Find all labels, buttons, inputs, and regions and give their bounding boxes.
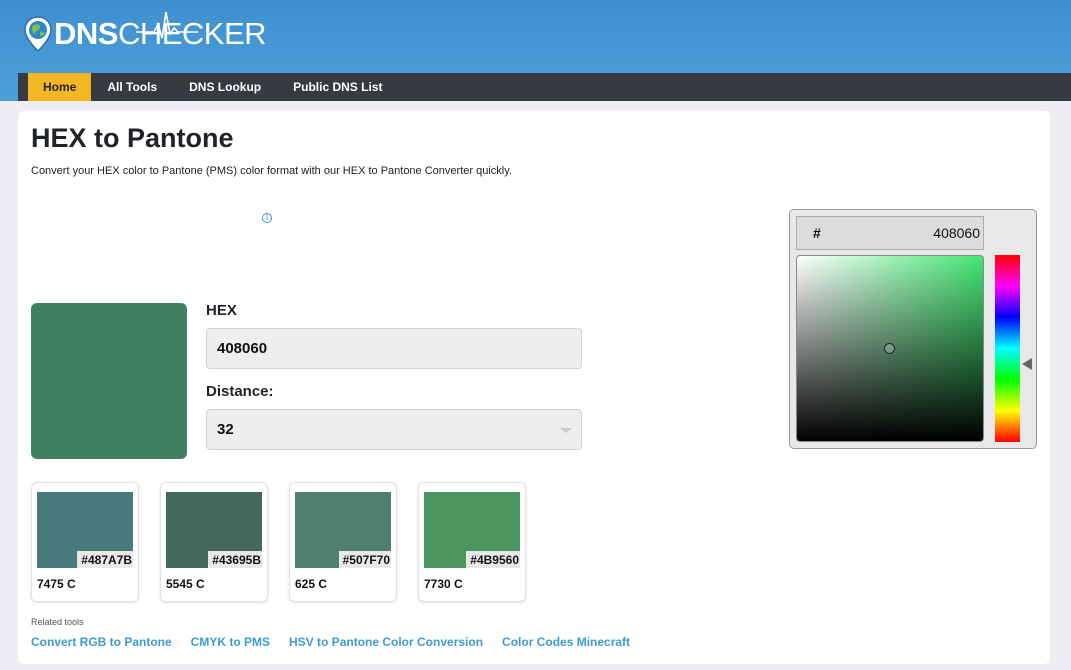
distance-select[interactable]: 32: [206, 409, 582, 450]
result-pantone-code: 625 C: [295, 577, 328, 591]
result-swatch: #4B9560: [424, 492, 520, 568]
info-icon[interactable]: i: [262, 213, 272, 223]
result-pantone-code: 5545 C: [166, 577, 205, 591]
page-description: Convert your HEX color to Pantone (PMS) …: [31, 165, 512, 177]
distance-value: 32: [217, 421, 234, 438]
color-picker: # 408060: [789, 209, 1037, 449]
result-swatch: #43695B: [166, 492, 262, 568]
related-tools-label: Related tools: [31, 617, 84, 627]
hash-symbol: #: [813, 225, 821, 241]
pantone-results: #487A7B 7475 C #43695B 5545 C #507F70 62…: [31, 482, 526, 602]
related-tools-links: Convert RGB to Pantone CMYK to PMS HSV t…: [31, 635, 630, 649]
site-logo[interactable]: DNSCHECKER: [24, 11, 267, 56]
picker-hex-value: 408060: [933, 225, 980, 241]
hue-slider[interactable]: [995, 255, 1020, 442]
globe-pin-icon: [24, 16, 52, 53]
result-hex: #4B9560: [466, 551, 520, 568]
tool-card: HEX to Pantone Convert your HEX color to…: [18, 111, 1050, 664]
link-color-codes-minecraft[interactable]: Color Codes Minecraft: [502, 635, 630, 649]
result-card[interactable]: #43695B 5545 C: [160, 482, 268, 602]
distance-label: Distance:: [206, 383, 274, 400]
nav-home[interactable]: Home: [28, 73, 92, 101]
result-swatch: #507F70: [295, 492, 391, 568]
nav-dns-lookup[interactable]: DNS Lookup: [173, 73, 277, 101]
result-card[interactable]: #487A7B 7475 C: [31, 482, 139, 602]
link-cmyk-to-pms[interactable]: CMYK to PMS: [191, 635, 270, 649]
picker-hex-input[interactable]: # 408060: [796, 216, 984, 250]
hex-input[interactable]: 408060: [206, 328, 582, 369]
main-nav: Home All Tools DNS Lookup Public DNS Lis…: [18, 73, 1071, 101]
link-rgb-to-pantone[interactable]: Convert RGB to Pantone: [31, 635, 172, 649]
sv-cursor[interactable]: [884, 342, 895, 354]
chevron-down-icon: [560, 428, 572, 433]
saturation-value-area[interactable]: [796, 255, 984, 442]
result-swatch: #487A7B: [37, 492, 133, 568]
result-card[interactable]: #507F70 625 C: [289, 482, 397, 602]
page-title: HEX to Pantone: [31, 123, 234, 153]
result-hex: #43695B: [208, 551, 262, 568]
pulse-line-icon: [136, 11, 198, 39]
result-hex: #507F70: [338, 551, 391, 568]
color-preview-swatch: [31, 303, 187, 459]
hex-label: HEX: [206, 302, 237, 319]
result-pantone-code: 7730 C: [424, 577, 463, 591]
nav-public-dns-list[interactable]: Public DNS List: [277, 73, 398, 101]
result-pantone-code: 7475 C: [37, 577, 76, 591]
link-hsv-to-pantone[interactable]: HSV to Pantone Color Conversion: [289, 635, 483, 649]
nav-all-tools[interactable]: All Tools: [91, 73, 173, 101]
result-card[interactable]: #4B9560 7730 C: [418, 482, 526, 602]
hue-slider-handle[interactable]: [1022, 358, 1032, 371]
result-hex: #487A7B: [77, 551, 133, 568]
